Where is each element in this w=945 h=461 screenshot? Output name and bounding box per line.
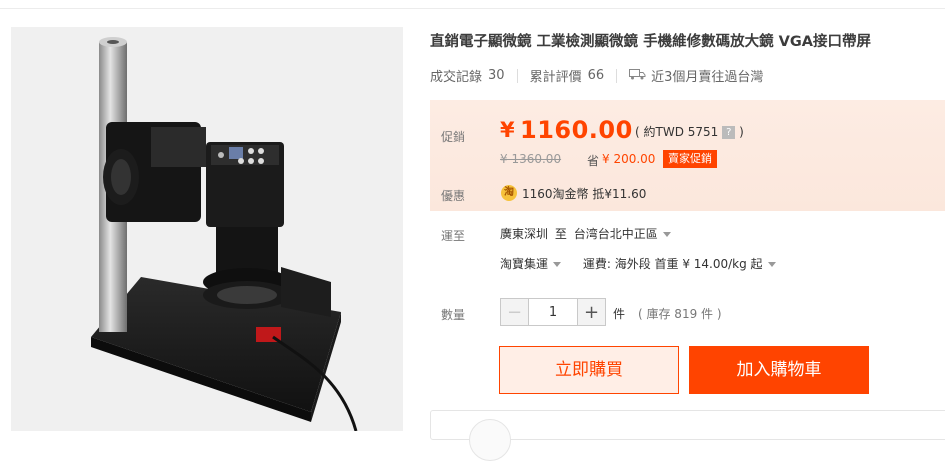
microscope-illustration [11,27,403,431]
save-label: 省 [587,154,600,168]
help-icon[interactable]: ? [722,126,736,139]
currency-symbol: ¥ [500,118,515,142]
current-price: 1160.00 [520,116,633,144]
shipping-route: 廣東深圳 至 台湾台北中正區 [500,225,671,242]
shipping-options: 淘寶集運 運費: 海外段 首重 ¥ 14.00/kg 起 [500,255,776,272]
price-panel: 促銷 ¥ 1160.00 ( 約TWD 5751? ) ¥ 1360.00 省 … [430,100,945,211]
taobao-coin-icon: 淘 [501,185,517,201]
product-stats: 成交記錄 30 累計評價 66 近3個月賣往過台灣 [430,66,763,85]
truck-icon [629,68,646,84]
top-divider [0,0,945,9]
twd-price: ( 約TWD 5751? ) [635,123,744,140]
divider [516,68,518,83]
chevron-down-icon [553,262,562,267]
increase-button[interactable]: + [577,299,605,325]
quantity-input[interactable] [529,299,577,325]
benefit-label: 優惠 [441,189,466,203]
avatar [469,419,511,461]
shipping-fee: 運費: 海外段 首重 ¥ 14.00/kg 起 [582,257,763,271]
twd-close: ) [739,125,744,139]
twd-value: ( 約TWD 5751 [635,125,719,139]
reviews-count[interactable]: 66 [588,68,605,83]
original-price: ¥ 1360.00 [500,152,562,166]
stock-count: ( 庫存 819 件 ) [638,307,722,321]
ship-from: 廣東深圳 [500,227,549,241]
product-image[interactable] [11,27,403,431]
seller-panel [430,410,945,461]
deals-count[interactable]: 30 [488,68,505,83]
shipping-fee-select[interactable]: 運費: 海外段 首重 ¥ 14.00/kg 起 [583,257,776,271]
promo-label: 促銷 [441,130,466,144]
seller-promo-badge: 賣家促銷 [663,150,717,168]
buy-now-button[interactable]: 立即購買 [499,346,679,394]
decrease-button[interactable]: − [501,299,529,325]
coin-discount: 1160淘金幣 抵¥11.60 [522,187,647,201]
ship-to-label: 至 [554,227,567,241]
quantity-unit: 件 [613,307,626,321]
chevron-down-icon [767,262,776,267]
quantity-stepper: − + [500,298,606,326]
ship-to: 台湾台北中正區 [573,227,658,241]
chevron-down-icon [662,232,671,237]
quantity-label: 數量 [441,308,466,322]
product-title: 直銷電子顯微鏡 工業檢測顯微鏡 手機維修數碼放大鏡 VGA接口帶屏 [430,34,871,50]
ship-to-select[interactable]: 台湾台北中正區 [574,227,671,241]
add-to-cart-button[interactable]: 加入購物車 [689,346,869,394]
save-amount: ¥ 200.00 [602,152,656,166]
shipping-method: 淘寶集運 [500,257,549,271]
divider [616,68,618,83]
reviews-label: 累計評價 [529,70,582,85]
shipping-method-select[interactable]: 淘寶集運 [500,257,562,271]
deals-label: 成交記錄 [430,70,483,85]
shipping-note: 近3個月賣往過台灣 [651,70,764,85]
shipping-label: 運至 [441,229,466,243]
